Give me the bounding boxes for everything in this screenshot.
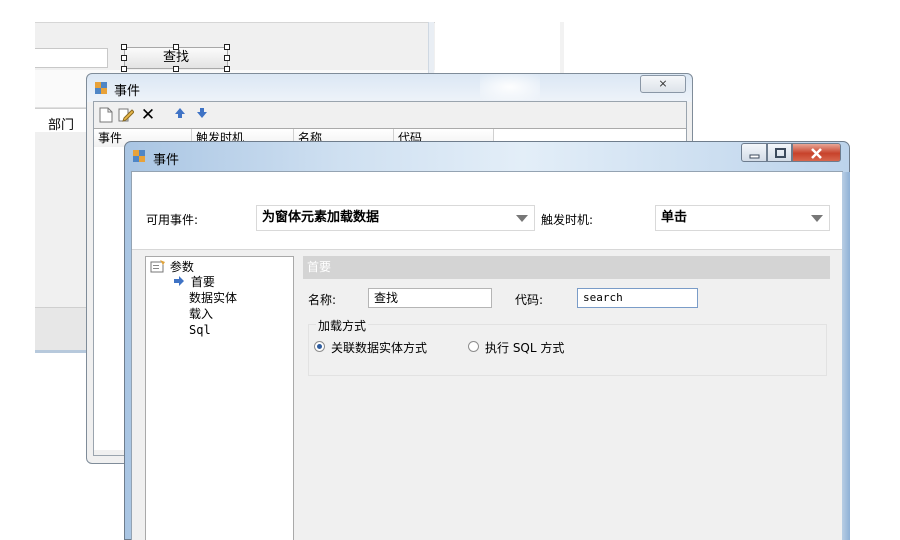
tree-item-sql[interactable]: Sql	[189, 323, 211, 337]
close-icon	[811, 148, 822, 159]
events-toolbar: ✕	[94, 103, 686, 127]
trigger-value: 单击	[661, 210, 688, 225]
titlebar-glow	[480, 74, 540, 100]
trigger-combo[interactable]: 单击	[655, 205, 830, 231]
events-window-title: 事件	[114, 84, 141, 99]
trigger-label: 触发时机:	[541, 213, 594, 227]
name-field[interactable]: 查找	[368, 288, 492, 308]
chevron-down-icon	[811, 215, 823, 222]
resize-handle[interactable]	[224, 55, 230, 61]
edit-icon[interactable]	[118, 107, 135, 123]
minimize-button[interactable]	[741, 143, 767, 162]
form-icon	[133, 150, 145, 162]
tree-root-label: 参数	[169, 260, 194, 274]
available-events-value: 为窗体元素加载数据	[262, 210, 380, 225]
available-events-combo[interactable]: 为窗体元素加载数据	[256, 205, 535, 231]
event-dialog-title: 事件	[153, 153, 180, 168]
resize-handle[interactable]	[224, 66, 230, 72]
resize-handle[interactable]	[121, 44, 127, 50]
resize-handle[interactable]	[121, 66, 127, 72]
move-down-icon[interactable]	[194, 107, 210, 123]
designer-textbox[interactable]	[35, 48, 108, 68]
tree-root[interactable]: 参数	[150, 259, 194, 274]
section-header: 首要	[303, 256, 830, 279]
load-mode-label: 加载方式	[316, 317, 369, 334]
form-icon	[95, 82, 107, 94]
chevron-down-icon	[516, 215, 528, 222]
move-up-icon[interactable]	[172, 107, 188, 123]
resize-handle[interactable]	[121, 55, 127, 61]
radio-entity-label[interactable]: 关联数据实体方式	[331, 339, 427, 356]
dept-column-label: 部门	[48, 118, 75, 133]
resize-handle[interactable]	[173, 44, 179, 50]
new-icon[interactable]	[98, 107, 114, 123]
tree-item-data-entity[interactable]: 数据实体	[189, 291, 237, 305]
tree-item-load[interactable]: 载入	[189, 307, 213, 321]
tree-item-label: 首要	[190, 275, 215, 289]
code-label: 代码:	[515, 293, 544, 307]
window-edge	[842, 172, 850, 540]
maximize-icon	[775, 148, 786, 158]
resize-handle[interactable]	[173, 66, 179, 72]
maximize-button[interactable]	[767, 143, 792, 162]
designer-top-border	[35, 22, 435, 23]
tree-item-primary[interactable]: 首要	[174, 275, 215, 289]
arrow-right-icon	[174, 276, 184, 286]
name-label: 名称:	[308, 293, 337, 307]
close-button[interactable]	[792, 143, 841, 162]
radio-entity-mode[interactable]	[314, 341, 325, 352]
close-button[interactable]: ⨯	[640, 75, 686, 93]
radio-sql-mode[interactable]	[468, 341, 479, 352]
delete-icon[interactable]: ✕	[140, 107, 156, 124]
minimize-icon	[749, 154, 760, 159]
radio-sql-label[interactable]: 执行 SQL 方式	[485, 339, 564, 356]
code-field[interactable]: search	[577, 288, 698, 308]
properties-icon	[150, 260, 165, 273]
parameter-tree[interactable]: 参数 首要 数据实体 载入 Sql	[145, 256, 294, 540]
available-events-label: 可用事件:	[146, 213, 199, 227]
resize-handle[interactable]	[224, 44, 230, 50]
